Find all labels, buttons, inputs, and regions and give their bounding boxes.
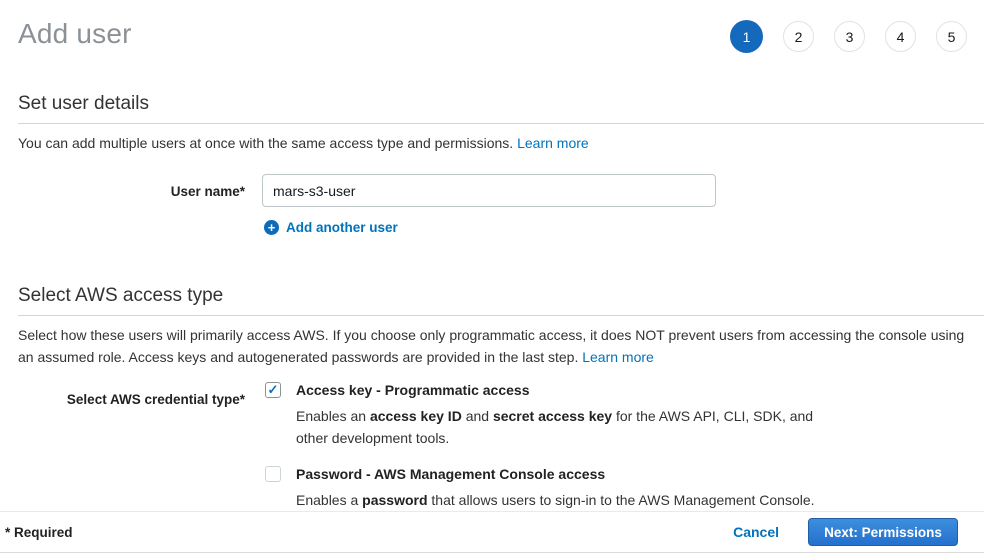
password-checkbox[interactable] bbox=[265, 466, 281, 482]
page-title: Add user bbox=[18, 16, 132, 52]
desc-text: and bbox=[462, 408, 493, 424]
user-details-intro: You can add multiple users at once with … bbox=[18, 132, 966, 154]
next-permissions-button[interactable]: Next: Permissions bbox=[808, 518, 958, 546]
password-option-desc: Enables a password that allows users to … bbox=[296, 489, 815, 511]
check-icon: ✓ bbox=[268, 383, 279, 396]
user-name-input[interactable] bbox=[262, 174, 716, 207]
step-indicator: 1 2 3 4 5 bbox=[730, 20, 967, 53]
page-header: Add user 1 2 3 4 5 bbox=[0, 0, 984, 53]
access-key-option: ✓ Access key - Programmatic access Enabl… bbox=[265, 382, 828, 449]
desc-text-bold: password bbox=[362, 492, 427, 508]
desc-text: Enables a bbox=[296, 492, 362, 508]
section-heading-access-type: Select AWS access type bbox=[18, 285, 984, 316]
user-name-label: User name* bbox=[18, 174, 245, 207]
learn-more-link-user-details[interactable]: Learn more bbox=[517, 135, 589, 151]
desc-text-bold: secret access key bbox=[493, 408, 612, 424]
learn-more-link-access-type[interactable]: Learn more bbox=[582, 349, 654, 365]
access-key-option-desc: Enables an access key ID and secret acce… bbox=[296, 405, 828, 449]
step-1: 1 bbox=[730, 20, 763, 53]
main-content: Set user details You can add multiple us… bbox=[0, 53, 984, 511]
access-type-intro: Select how these users will primarily ac… bbox=[18, 324, 966, 368]
step-4: 4 bbox=[885, 21, 916, 52]
credential-type-label: Select AWS credential type* bbox=[18, 382, 245, 511]
page-footer: * Required Cancel Next: Permissions bbox=[0, 511, 984, 553]
password-option-title: Password - AWS Management Console access bbox=[296, 466, 815, 483]
credential-options: ✓ Access key - Programmatic access Enabl… bbox=[265, 382, 828, 511]
step-5: 5 bbox=[936, 21, 967, 52]
password-option-body: Password - AWS Management Console access… bbox=[296, 466, 815, 511]
desc-text: Enables an bbox=[296, 408, 370, 424]
desc-text: that allows users to sign-in to the AWS … bbox=[428, 492, 815, 508]
step-2: 2 bbox=[783, 21, 814, 52]
password-option: Password - AWS Management Console access… bbox=[265, 466, 828, 511]
add-another-user-row[interactable]: + Add another user bbox=[264, 220, 966, 235]
cancel-button[interactable]: Cancel bbox=[733, 524, 779, 540]
required-note: * Required bbox=[5, 525, 73, 540]
intro-text: You can add multiple users at once with … bbox=[18, 135, 513, 151]
access-key-checkbox[interactable]: ✓ bbox=[265, 382, 281, 398]
intro-text-2: Select how these users will primarily ac… bbox=[18, 327, 964, 365]
add-user-page: Add user 1 2 3 4 5 Set user details You … bbox=[0, 0, 984, 556]
plus-circle-icon: + bbox=[264, 220, 279, 235]
add-another-user-link[interactable]: Add another user bbox=[286, 220, 398, 235]
access-key-option-body: Access key - Programmatic access Enables… bbox=[296, 382, 828, 449]
desc-text-bold: access key ID bbox=[370, 408, 462, 424]
access-key-option-title: Access key - Programmatic access bbox=[296, 382, 828, 399]
step-3: 3 bbox=[834, 21, 865, 52]
credential-type-row: Select AWS credential type* ✓ Access key… bbox=[18, 382, 966, 511]
user-name-row: User name* bbox=[18, 174, 966, 207]
section-heading-user-details: Set user details bbox=[18, 93, 984, 124]
